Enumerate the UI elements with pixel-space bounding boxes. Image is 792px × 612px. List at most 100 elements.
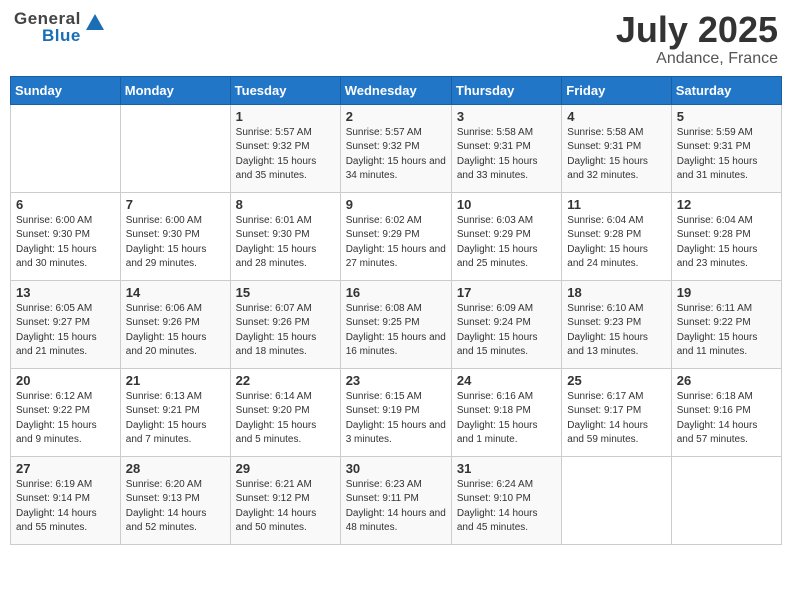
calendar-week-row: 20 Sunrise: 6:12 AM Sunset: 9:22 PM Dayli… xyxy=(11,368,782,456)
day-info: Sunrise: 6:19 AM Sunset: 9:14 PM Dayligh… xyxy=(16,478,115,536)
calendar-cell: 10Sunrise: 6:03 AM Sunset: 9:29 PM Dayli… xyxy=(451,192,561,280)
day-number: 29 xyxy=(236,461,335,476)
day-number: 14 xyxy=(126,285,225,300)
weekday-header: Wednesday xyxy=(340,76,451,104)
day-number: 25 xyxy=(567,373,665,388)
weekday-header: Tuesday xyxy=(230,76,340,104)
calendar-cell: 31 Sunrise: 6:24 AM Sunset: 9:10 PM Dayli… xyxy=(451,456,561,544)
day-number: 20 xyxy=(16,373,115,388)
day-info: Sunrise: 6:01 AM Sunset: 9:30 PM Dayligh… xyxy=(236,214,335,272)
day-info: Sunrise: 6:07 AM Sunset: 9:26 PM Dayligh… xyxy=(236,302,335,360)
day-info: Sunrise: 5:58 AM Sunset: 9:31 PM Dayligh… xyxy=(457,126,556,184)
day-number: 30 xyxy=(346,461,446,476)
day-number: 12 xyxy=(677,197,776,212)
calendar-cell: 26 Sunrise: 6:18 AM Sunset: 9:16 PM Dayli… xyxy=(671,368,781,456)
day-info: Sunrise: 6:13 AM Sunset: 9:21 PM Dayligh… xyxy=(126,390,225,448)
calendar-week-row: 27Sunrise: 6:19 AM Sunset: 9:14 PM Dayli… xyxy=(11,456,782,544)
day-info: Sunrise: 5:59 AM Sunset: 9:31 PM Dayligh… xyxy=(677,126,776,184)
header-row: SundayMondayTuesdayWednesdayThursdayFrid… xyxy=(11,76,782,104)
day-info: Sunrise: 6:20 AM Sunset: 9:13 PM Dayligh… xyxy=(126,478,225,536)
calendar-cell xyxy=(11,104,121,192)
calendar-cell: 15 Sunrise: 6:07 AM Sunset: 9:26 PM Dayli… xyxy=(230,280,340,368)
day-number: 1 xyxy=(236,109,335,124)
day-info: Sunrise: 6:23 AM Sunset: 9:11 PM Dayligh… xyxy=(346,478,446,536)
logo-blue: Blue xyxy=(42,27,81,44)
calendar-cell: 18Sunrise: 6:10 AM Sunset: 9:23 PM Dayli… xyxy=(562,280,671,368)
day-number: 6 xyxy=(16,197,115,212)
day-number: 5 xyxy=(677,109,776,124)
day-info: Sunrise: 6:17 AM Sunset: 9:17 PM Dayligh… xyxy=(567,390,665,448)
weekday-header: Sunday xyxy=(11,76,121,104)
day-info: Sunrise: 6:11 AM Sunset: 9:22 PM Dayligh… xyxy=(677,302,776,360)
calendar-cell: 19Sunrise: 6:11 AM Sunset: 9:22 PM Dayli… xyxy=(671,280,781,368)
month-title: July 2025 xyxy=(616,10,778,50)
day-number: 3 xyxy=(457,109,556,124)
day-info: Sunrise: 6:16 AM Sunset: 9:18 PM Dayligh… xyxy=(457,390,556,448)
location: Andance, France xyxy=(616,50,778,68)
day-info: Sunrise: 6:06 AM Sunset: 9:26 PM Dayligh… xyxy=(126,302,225,360)
day-number: 16 xyxy=(346,285,446,300)
weekday-header: Monday xyxy=(120,76,230,104)
calendar-week-row: 1 Sunrise: 5:57 AM Sunset: 9:32 PM Daylig… xyxy=(11,104,782,192)
day-info: Sunrise: 6:04 AM Sunset: 9:28 PM Dayligh… xyxy=(677,214,776,272)
day-info: Sunrise: 6:18 AM Sunset: 9:16 PM Dayligh… xyxy=(677,390,776,448)
day-number: 8 xyxy=(236,197,335,212)
page-header: General Blue July 2025 Andance, France xyxy=(10,10,782,68)
day-number: 15 xyxy=(236,285,335,300)
day-info: Sunrise: 6:02 AM Sunset: 9:29 PM Dayligh… xyxy=(346,214,446,272)
calendar-cell: 21 Sunrise: 6:13 AM Sunset: 9:21 PM Dayli… xyxy=(120,368,230,456)
calendar-cell: 2Sunrise: 5:57 AM Sunset: 9:32 PM Daylig… xyxy=(340,104,451,192)
day-number: 31 xyxy=(457,461,556,476)
calendar-cell: 27Sunrise: 6:19 AM Sunset: 9:14 PM Dayli… xyxy=(11,456,121,544)
day-number: 17 xyxy=(457,285,556,300)
calendar-cell: 7 Sunrise: 6:00 AM Sunset: 9:30 PM Daylig… xyxy=(120,192,230,280)
logo-general: General xyxy=(14,10,81,27)
calendar-cell: 3 Sunrise: 5:58 AM Sunset: 9:31 PM Daylig… xyxy=(451,104,561,192)
calendar-cell: 4Sunrise: 5:58 AM Sunset: 9:31 PM Daylig… xyxy=(562,104,671,192)
day-number: 7 xyxy=(126,197,225,212)
calendar-cell xyxy=(120,104,230,192)
day-info: Sunrise: 6:03 AM Sunset: 9:29 PM Dayligh… xyxy=(457,214,556,272)
day-info: Sunrise: 6:00 AM Sunset: 9:30 PM Dayligh… xyxy=(16,214,115,272)
calendar-cell xyxy=(562,456,671,544)
logo-icon xyxy=(84,12,106,39)
day-info: Sunrise: 5:57 AM Sunset: 9:32 PM Dayligh… xyxy=(236,126,335,184)
day-number: 23 xyxy=(346,373,446,388)
day-info: Sunrise: 6:09 AM Sunset: 9:24 PM Dayligh… xyxy=(457,302,556,360)
day-info: Sunrise: 6:05 AM Sunset: 9:27 PM Dayligh… xyxy=(16,302,115,360)
day-number: 2 xyxy=(346,109,446,124)
calendar-week-row: 13 Sunrise: 6:05 AM Sunset: 9:27 PM Dayli… xyxy=(11,280,782,368)
calendar-cell: 11 Sunrise: 6:04 AM Sunset: 9:28 PM Dayli… xyxy=(562,192,671,280)
day-number: 9 xyxy=(346,197,446,212)
day-number: 4 xyxy=(567,109,665,124)
day-number: 22 xyxy=(236,373,335,388)
calendar-cell: 9 Sunrise: 6:02 AM Sunset: 9:29 PM Daylig… xyxy=(340,192,451,280)
calendar-cell: 12 Sunrise: 6:04 AM Sunset: 9:28 PM Dayli… xyxy=(671,192,781,280)
calendar-cell: 22Sunrise: 6:14 AM Sunset: 9:20 PM Dayli… xyxy=(230,368,340,456)
calendar-cell: 6 Sunrise: 6:00 AM Sunset: 9:30 PM Daylig… xyxy=(11,192,121,280)
calendar-cell: 29 Sunrise: 6:21 AM Sunset: 9:12 PM Dayli… xyxy=(230,456,340,544)
calendar-cell: 30 Sunrise: 6:23 AM Sunset: 9:11 PM Dayli… xyxy=(340,456,451,544)
calendar-cell: 16 Sunrise: 6:08 AM Sunset: 9:25 PM Dayli… xyxy=(340,280,451,368)
day-number: 13 xyxy=(16,285,115,300)
calendar-cell xyxy=(671,456,781,544)
day-number: 26 xyxy=(677,373,776,388)
title-block: July 2025 Andance, France xyxy=(616,10,778,68)
day-info: Sunrise: 6:15 AM Sunset: 9:19 PM Dayligh… xyxy=(346,390,446,448)
day-info: Sunrise: 6:08 AM Sunset: 9:25 PM Dayligh… xyxy=(346,302,446,360)
day-number: 11 xyxy=(567,197,665,212)
day-info: Sunrise: 6:00 AM Sunset: 9:30 PM Dayligh… xyxy=(126,214,225,272)
day-number: 24 xyxy=(457,373,556,388)
calendar-cell: 5 Sunrise: 5:59 AM Sunset: 9:31 PM Daylig… xyxy=(671,104,781,192)
calendar-cell: 8 Sunrise: 6:01 AM Sunset: 9:30 PM Daylig… xyxy=(230,192,340,280)
day-info: Sunrise: 6:12 AM Sunset: 9:22 PM Dayligh… xyxy=(16,390,115,448)
day-info: Sunrise: 6:04 AM Sunset: 9:28 PM Dayligh… xyxy=(567,214,665,272)
day-number: 21 xyxy=(126,373,225,388)
calendar-cell: 25 Sunrise: 6:17 AM Sunset: 9:17 PM Dayli… xyxy=(562,368,671,456)
day-number: 18 xyxy=(567,285,665,300)
day-info: Sunrise: 6:24 AM Sunset: 9:10 PM Dayligh… xyxy=(457,478,556,536)
weekday-header: Friday xyxy=(562,76,671,104)
calendar-cell: 17 Sunrise: 6:09 AM Sunset: 9:24 PM Dayli… xyxy=(451,280,561,368)
day-info: Sunrise: 6:21 AM Sunset: 9:12 PM Dayligh… xyxy=(236,478,335,536)
calendar-cell: 24 Sunrise: 6:16 AM Sunset: 9:18 PM Dayli… xyxy=(451,368,561,456)
